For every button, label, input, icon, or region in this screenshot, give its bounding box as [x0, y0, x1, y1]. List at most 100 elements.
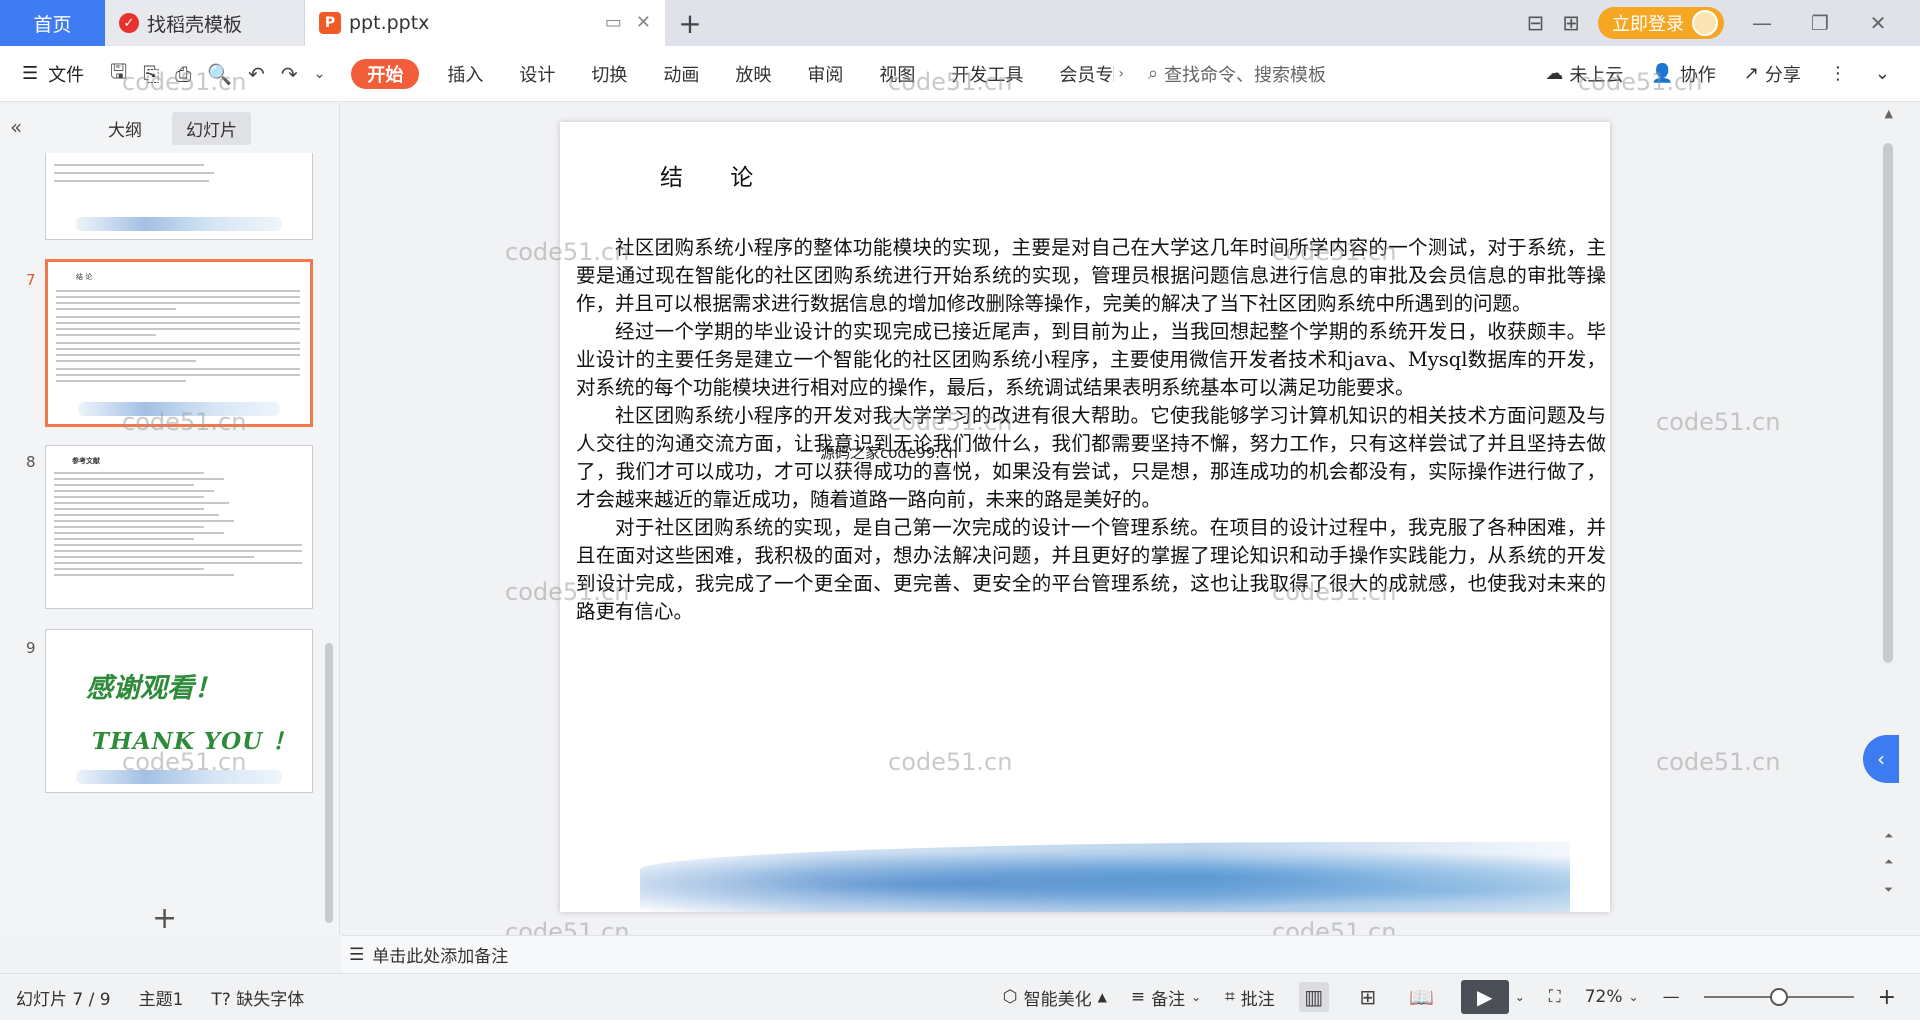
add-slide-button[interactable]: +	[152, 901, 177, 936]
slide-indicator[interactable]: 幻灯片 7 / 9	[16, 985, 111, 1010]
screen-icon[interactable]: ▭	[605, 12, 622, 33]
reading-view-icon[interactable]: 📖	[1407, 982, 1437, 1012]
minimize-icon[interactable]: —	[1742, 11, 1782, 35]
scroll-prev-icon[interactable]: ⏶	[1884, 855, 1893, 869]
scroll-top-icon[interactable]: ⏶	[1884, 829, 1893, 843]
slides-pane-header: « 大纲 幻灯片	[0, 103, 339, 153]
current-slide[interactable]: 结 论 社区团购系统小程序的整体功能模块的实现，主要是对自己在大学这几年时间所学…	[560, 122, 1610, 912]
redo-icon[interactable]: ↷	[281, 62, 298, 86]
chevron-right-icon[interactable]: ›	[1113, 65, 1124, 82]
theme-name[interactable]: 主题1	[139, 985, 184, 1010]
notes-icon: ☰	[349, 944, 365, 965]
tab-home[interactable]: 首页	[0, 0, 105, 46]
tab-docer-label: 找稻壳模板	[147, 13, 243, 36]
side-panel-toggle-chevron-left-icon[interactable]: ‹	[1863, 735, 1899, 783]
tab-document[interactable]: P ppt.pptx ▭ ✕	[305, 0, 665, 46]
comment-icon: ⌗	[1225, 987, 1235, 1007]
collapse-ribbon-chevron-icon[interactable]: ⌄	[1875, 63, 1890, 84]
comment-button-label: 批注	[1240, 989, 1275, 1010]
zoom-slider[interactable]	[1703, 988, 1854, 1006]
collapse-pane-icon[interactable]: «	[10, 115, 22, 139]
ribbon-tabs: 开始 插入 设计 切换 动画 放映 审阅 视图 开发工具 会员专 ›	[351, 58, 1124, 89]
tab-document-label: ppt.pptx	[349, 12, 430, 34]
slide-sorter-icon[interactable]: ⊞	[1353, 982, 1383, 1012]
share-button[interactable]: ↗ 分享	[1744, 61, 1801, 87]
cloud-status-button[interactable]: ☁ 未上云	[1545, 61, 1623, 87]
slide-thumbnail-6[interactable]	[45, 153, 313, 240]
notes-bar[interactable]: ☰ 单击此处添加备注	[341, 935, 1920, 973]
tab-review[interactable]: 审阅	[789, 59, 861, 89]
avatar	[1692, 10, 1718, 36]
scroll-next-icon[interactable]: ⏷	[1884, 883, 1893, 897]
slide-thumbnail-8[interactable]: 参考文献	[45, 445, 313, 609]
slide-paragraph-3: 社区团购系统小程序的开发对我大学学习的改进有很大帮助。它使我能够学习计算机知识的…	[576, 404, 1606, 511]
notes-toggle-icon: ≡	[1130, 987, 1146, 1007]
slide-thumbnail-7[interactable]: 结 论	[45, 259, 313, 427]
missing-font-button[interactable]: T? 缺失字体	[211, 985, 304, 1010]
normal-view-icon[interactable]: ▥	[1298, 982, 1329, 1012]
tab-outline[interactable]: 大纲	[94, 112, 156, 145]
print-preview-icon[interactable]: 🔍	[207, 62, 232, 86]
canvas-scroll-thumb[interactable]	[1883, 143, 1893, 663]
tab-insert[interactable]: 插入	[429, 59, 501, 89]
slides-pane-scrollbar[interactable]	[325, 643, 333, 923]
slide-paragraph-4: 对于社区团购系统的实现，是自己第一次完成的设计一个管理系统。在项目的设计过程中，…	[576, 516, 1606, 623]
undo-icon[interactable]: ↶	[248, 62, 265, 86]
title-bar: 首页 ✓ 找稻壳模板 P ppt.pptx ▭ ✕ + ⊟ ⊞ 立即登录 — ❐…	[0, 0, 1920, 46]
restore-icon[interactable]: ❐	[1800, 11, 1840, 35]
tab-animation[interactable]: 动画	[645, 59, 717, 89]
missing-font-icon: T?	[211, 989, 231, 1010]
command-search[interactable]: ⌕ 查找命令、搜索模板	[1148, 61, 1326, 87]
caret-up-icon: ▲	[1097, 990, 1107, 1004]
slide-body[interactable]: 社区团购系统小程序的整体功能模块的实现，主要是对自己在大学这几年时间所学内容的一…	[576, 234, 1606, 626]
tab-design[interactable]: 设计	[501, 59, 573, 89]
tab-view[interactable]: 视图	[861, 59, 933, 89]
save-icon[interactable]: 🖫	[110, 57, 127, 91]
slide-thumbnail-9[interactable]: 感谢观看！ THANK YOU ！	[45, 629, 313, 793]
slide-number-7: 7	[26, 271, 36, 289]
share-label: 分享	[1764, 64, 1801, 86]
print-icon[interactable]: ⎙	[175, 62, 191, 86]
apps-grid-icon[interactable]: ⊞	[1562, 11, 1580, 35]
tab-slides[interactable]: 幻灯片	[172, 111, 251, 145]
comment-button[interactable]: ⌗ 批注	[1225, 985, 1275, 1010]
fit-window-icon[interactable]: ⛶	[1549, 987, 1561, 1007]
collaborate-button[interactable]: 👤 协作	[1651, 61, 1715, 87]
zoom-dropdown[interactable]: 72% ⌄	[1585, 987, 1639, 1007]
zoom-in-icon[interactable]: +	[1878, 985, 1896, 1010]
canvas-scrollbar[interactable]: ▲ ⏶ ⏶ ⏷	[1881, 103, 1895, 935]
collaborate-label: 协作	[1679, 64, 1716, 86]
watercolor-decoration	[640, 842, 1570, 912]
play-icon: ▶	[1460, 980, 1509, 1014]
more-vertical-icon[interactable]: ⋮	[1829, 63, 1847, 84]
scroll-up-icon[interactable]: ▲	[1885, 107, 1893, 120]
zoom-slider-knob[interactable]	[1769, 988, 1788, 1006]
tab-docer-templates[interactable]: ✓ 找稻壳模板	[105, 0, 305, 46]
split-view-icon[interactable]: ⊟	[1527, 11, 1545, 35]
tab-home-start[interactable]: 开始	[351, 58, 420, 89]
thumb7-title: 结 论	[76, 273, 93, 281]
zoom-value: 72%	[1584, 987, 1623, 1007]
docer-logo-icon: ✓	[119, 13, 139, 33]
customize-chevron-down-icon[interactable]: ⌄	[314, 66, 326, 82]
smart-beautify-button[interactable]: ⬡ 智能美化 ▲	[1003, 985, 1107, 1010]
slideshow-chevron-down-icon: ⌄	[1514, 990, 1525, 1004]
search-placeholder: 查找命令、搜索模板	[1164, 64, 1327, 86]
file-menu[interactable]: ☰ 文件	[22, 61, 84, 87]
cloud-status-label: 未上云	[1569, 64, 1624, 86]
slide-thumbnails: 7 结 论 8 参考文献 9 感谢观看！ THANK YOU ！	[0, 153, 325, 873]
tab-developer[interactable]: 开发工具	[933, 59, 1041, 89]
slide-number-9: 9	[26, 639, 36, 657]
close-tab-icon[interactable]: ✕	[636, 12, 651, 33]
new-tab-button[interactable]: +	[665, 0, 715, 46]
close-window-icon[interactable]: ✕	[1858, 11, 1898, 35]
tab-member[interactable]: 会员专	[1041, 59, 1113, 89]
slideshow-button[interactable]: ▶ ⌄	[1460, 980, 1525, 1014]
tab-slideshow[interactable]: 放映	[717, 59, 789, 89]
tab-transition[interactable]: 切换	[573, 59, 645, 89]
status-bar: 幻灯片 7 / 9 主题1 T? 缺失字体 ⬡ 智能美化 ▲ ≡ 备注 ⌄ ⌗ …	[0, 973, 1920, 1020]
export-pdf-icon[interactable]: ⎘	[143, 62, 159, 86]
login-button[interactable]: 立即登录	[1598, 7, 1724, 39]
zoom-out-icon[interactable]: —	[1663, 987, 1680, 1007]
notes-button[interactable]: ≡ 备注 ⌄	[1131, 985, 1201, 1010]
